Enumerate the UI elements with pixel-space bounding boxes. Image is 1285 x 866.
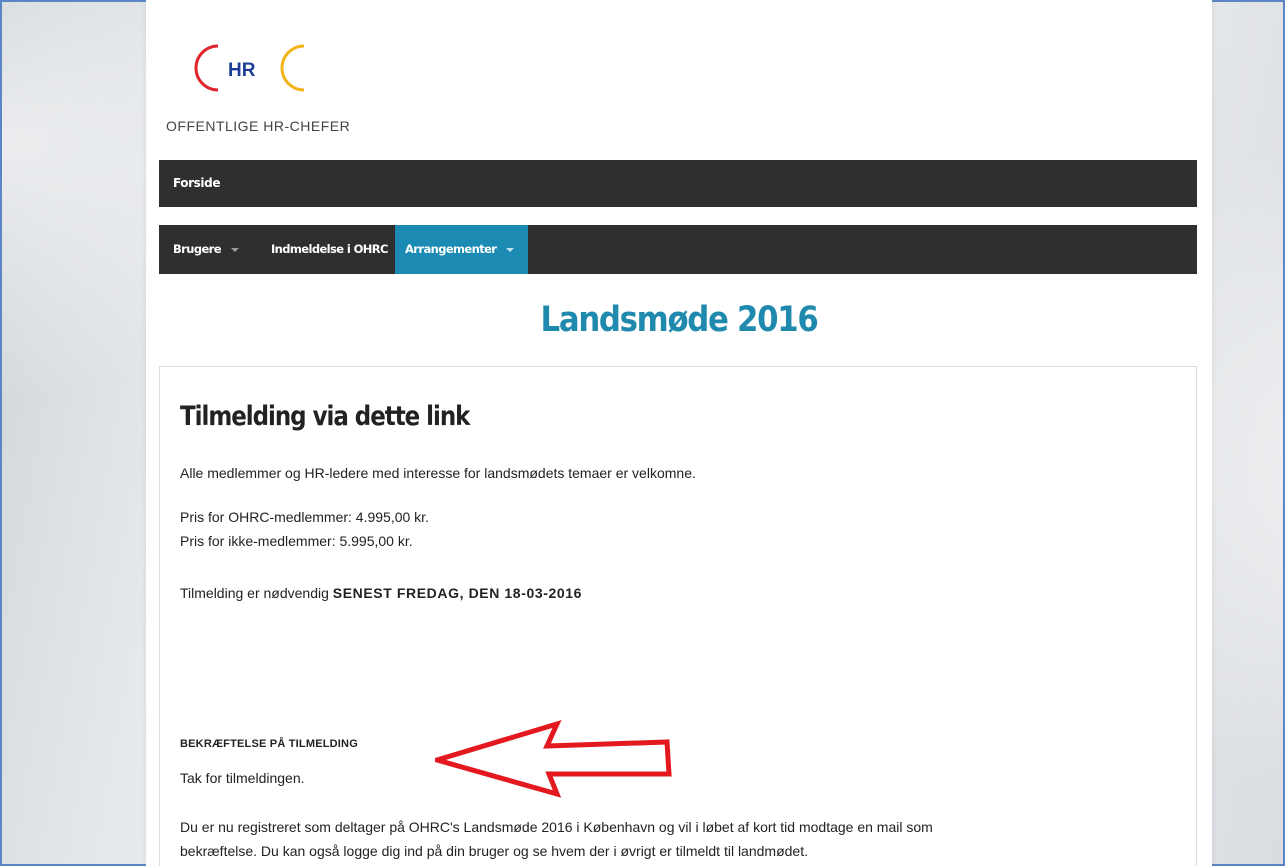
ohrc-logo-mark: HR [194, 44, 305, 92]
nav-item-brugere[interactable]: Brugere [173, 225, 247, 274]
page-title: Landsmøde 2016 [540, 300, 819, 340]
deadline-text: Tilmelding er nødvendig SENEST FREDAG, D… [180, 585, 582, 601]
intro-text: Alle medlemmer og HR-ledere med interess… [180, 465, 696, 481]
deadline-date: SENEST FREDAG, DEN 18-03-2016 [332, 585, 583, 601]
thanks-text: Tak for tilmeldingen. [180, 770, 305, 786]
chevron-down-icon [506, 247, 515, 252]
red-arrow-annotation [435, 720, 672, 798]
nav-item-label: Indmeldelse i OHRC [271, 242, 388, 256]
nav-item-label: Arrangementer [405, 242, 497, 256]
deadline-prefix: Tilmelding er nødvendig [180, 585, 333, 601]
nav-item-label: Brugere [173, 242, 222, 256]
confirmation-body-line1: Du er nu registreret som deltager på OHR… [180, 819, 933, 835]
top-navbar: Forside [159, 160, 1197, 207]
logo-monogram: HR [228, 60, 256, 81]
chevron-down-icon [230, 247, 239, 252]
nav-item-forside[interactable]: Forside [173, 176, 220, 190]
nav-item-indmeldelse[interactable]: Indmeldelse i OHRC [271, 225, 388, 274]
ohrc-logo[interactable]: HR OFFENTLIGE HR-CHEFER [166, 32, 406, 152]
price-nonmembers: Pris for ikke-medlemmer: 5.995,00 kr. [180, 533, 413, 549]
main-navbar: Brugere Indmeldelse i OHRC Arrangementer [159, 225, 1197, 274]
confirmation-body-line2: bekræftelse. Du kan også logge dig ind p… [180, 843, 808, 859]
logo-caption: OFFENTLIGE HR-CHEFER [166, 118, 351, 134]
nav-item-arrangementer[interactable]: Arrangementer [395, 225, 529, 274]
content-heading: Tilmelding via dette link [180, 401, 470, 432]
price-members: Pris for OHRC-medlemmer: 4.995,00 kr. [180, 509, 429, 525]
confirmation-heading: BEKRÆFTELSE PÅ TILMELDING [180, 738, 358, 750]
